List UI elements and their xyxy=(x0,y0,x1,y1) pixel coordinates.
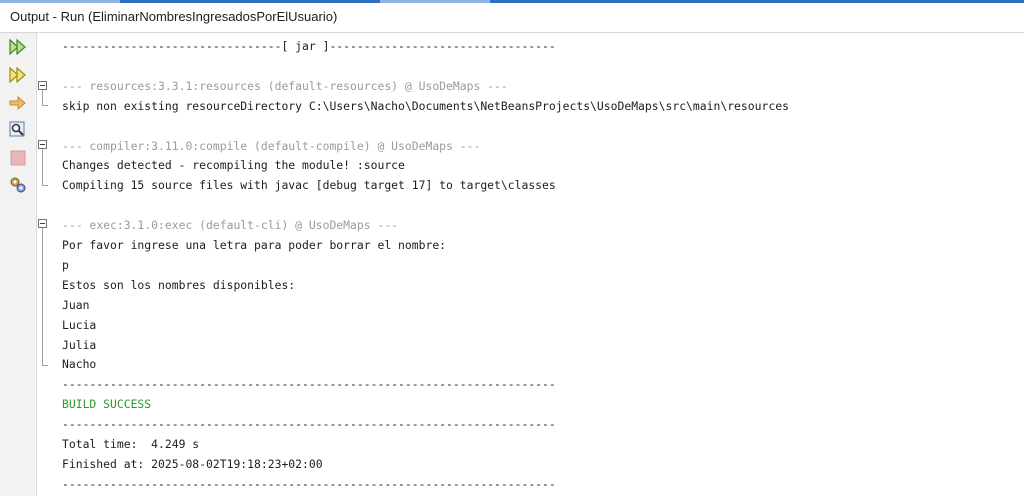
console-line: Por favor ingrese una letra para poder b… xyxy=(62,238,447,252)
stop-button[interactable] xyxy=(8,148,28,168)
find-button[interactable] xyxy=(8,120,28,140)
double-play-icon xyxy=(9,67,26,83)
console-line: skip non existing resourceDirectory C:\U… xyxy=(62,98,789,113)
console-line: --- compiler:3.11.0:compile (default-com… xyxy=(62,138,481,153)
console-line: ----------------------------------------… xyxy=(62,417,556,432)
double-play-icon xyxy=(9,39,26,55)
console-line: Nacho xyxy=(62,357,97,372)
arrow-right-icon xyxy=(9,95,26,111)
output-window-title: Output - Run (EliminarNombresIngresadosP… xyxy=(10,9,338,24)
console-line: ----------------------------------------… xyxy=(62,476,556,491)
fold-line-end xyxy=(42,185,48,186)
fold-toggle-resources[interactable] xyxy=(38,81,47,90)
stop-square-icon xyxy=(10,150,26,166)
fold-line-end xyxy=(42,105,48,106)
output-toolbar xyxy=(0,33,37,496)
fold-line xyxy=(42,90,43,105)
console-line: Changes detected - recompiling the modul… xyxy=(62,158,405,173)
settings-button[interactable] xyxy=(8,175,28,195)
console-line: --- resources:3.3.1:resources (default-r… xyxy=(62,78,508,93)
fold-line-end xyxy=(42,365,48,366)
console-line: BUILD SUCCESS xyxy=(62,397,152,412)
console-line: Juan xyxy=(62,297,90,312)
console-line: Compiling 15 source files with javac [de… xyxy=(62,178,556,193)
output-tab-header[interactable]: Output - Run (EliminarNombresIngresadosP… xyxy=(0,3,1024,33)
console-line: Estos son los nombres disponibles: xyxy=(62,277,296,292)
console-line: ----------------------------------------… xyxy=(62,377,556,392)
fold-line xyxy=(42,149,43,185)
console-line: --- exec:3.1.0:exec (default-cli) @ UsoD… xyxy=(62,218,399,233)
console-line: Finished at: 2025-08-02T19:18:23+02:00 xyxy=(62,456,323,471)
fold-line xyxy=(42,228,43,365)
console-line: Total time: 4.249 s xyxy=(62,437,200,451)
gears-icon xyxy=(10,177,26,193)
console-line: --------------------------------[ jar ]-… xyxy=(62,39,556,53)
fold-toggle-exec[interactable] xyxy=(38,219,47,228)
next-action-button[interactable] xyxy=(8,93,28,113)
fold-toggle-compiler[interactable] xyxy=(38,140,47,149)
console-line: Lucia xyxy=(62,317,97,332)
console-line: Julia xyxy=(62,337,97,352)
rerun-button[interactable] xyxy=(8,37,28,57)
magnifier-icon xyxy=(9,121,25,137)
rerun-with-arguments-button[interactable] xyxy=(8,65,28,85)
console-line: p xyxy=(62,257,69,272)
